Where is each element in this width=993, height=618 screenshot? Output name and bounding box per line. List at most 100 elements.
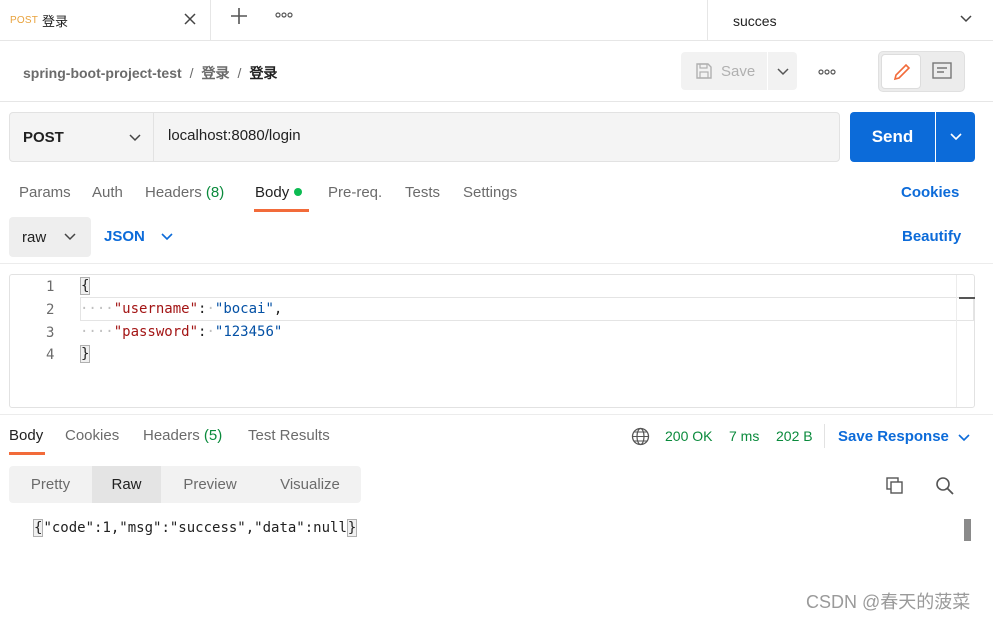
more-icon[interactable] — [274, 9, 294, 21]
breadcrumb-collection[interactable]: spring-boot-project-test — [23, 65, 182, 81]
divider — [0, 263, 993, 264]
response-tab-body[interactable]: Body — [9, 427, 43, 444]
request-tab[interactable]: POST 登录 — [0, 0, 211, 41]
line-number: 4 — [46, 347, 55, 363]
response-body[interactable]: {"code":1,"msg":"success","data":null} — [33, 519, 358, 537]
open-brace: { — [80, 277, 91, 295]
view-mode-toggle — [878, 51, 965, 92]
view-pretty[interactable]: Pretty — [9, 466, 92, 503]
active-tab-indicator — [9, 452, 45, 455]
response-content: "code":1,"msg":"success","data":null — [43, 520, 347, 536]
send-button[interactable]: Send — [850, 112, 935, 162]
tab-body[interactable]: Body — [255, 184, 303, 201]
chevron-down-icon — [129, 134, 141, 142]
save-button[interactable]: Save — [681, 52, 767, 90]
divider — [0, 414, 993, 415]
plus-icon[interactable] — [229, 6, 249, 26]
tab-headers-label: Headers — [145, 184, 202, 201]
code-line: ····"password":·"123456" — [80, 324, 283, 340]
breadcrumb-separator: / — [189, 65, 194, 81]
chevron-down-icon — [950, 133, 962, 141]
code-line: } — [80, 345, 91, 363]
response-status[interactable]: 200 OK — [665, 428, 712, 444]
close-brace: } — [80, 345, 91, 363]
documentation-icon[interactable] — [931, 60, 953, 82]
view-preview[interactable]: Preview — [161, 466, 259, 503]
save-label: Save — [721, 62, 756, 80]
response-tab-headers[interactable]: Headers (5) — [143, 427, 222, 444]
json-value: "123456" — [214, 324, 283, 340]
send-dropdown-button[interactable] — [936, 112, 975, 162]
view-visualize[interactable]: Visualize — [259, 466, 361, 503]
divider — [824, 424, 825, 448]
response-time[interactable]: 7 ms — [729, 428, 759, 444]
response-headers-count: (5) — [203, 427, 223, 444]
code-line: ····"username":·"bocai", — [80, 301, 283, 317]
body-language-select[interactable]: JSON — [104, 228, 145, 245]
scroll-marker — [959, 297, 975, 299]
method-label: POST — [23, 128, 64, 146]
copy-icon[interactable] — [885, 476, 905, 496]
url-bar: POST — [9, 112, 840, 162]
beautify-link[interactable]: Beautify — [902, 228, 961, 245]
save-icon — [696, 63, 712, 79]
response-headers-label: Headers — [143, 427, 200, 444]
request-tabs: Params Auth Headers (8) Body Pre-req. Te… — [0, 170, 993, 214]
more-icon[interactable] — [817, 67, 837, 77]
breadcrumb-folder[interactable]: 登录 — [202, 63, 230, 83]
tab-auth[interactable]: Auth — [92, 184, 123, 201]
chevron-down-icon — [777, 68, 789, 76]
chevron-down-icon — [64, 233, 76, 241]
code-line: { — [80, 277, 91, 295]
tab-tests[interactable]: Tests — [405, 184, 440, 201]
request-body-editor[interactable]: 1 2 3 4 { ····"username":·"bocai", ····"… — [9, 274, 975, 408]
close-brace: } — [346, 519, 358, 537]
chevron-down-icon[interactable] — [957, 433, 971, 443]
globe-icon[interactable] — [631, 427, 650, 446]
editor-scrollbar[interactable] — [956, 275, 976, 407]
chevron-down-icon[interactable] — [160, 232, 174, 242]
active-tab-indicator — [254, 209, 309, 212]
method-select[interactable]: POST — [10, 113, 154, 161]
response-size[interactable]: 202 B — [776, 428, 813, 444]
body-active-dot — [294, 188, 303, 196]
json-key: "username" — [113, 301, 199, 317]
save-dropdown-button[interactable] — [768, 52, 797, 90]
send-label: Send — [871, 127, 914, 146]
tab-prereq[interactable]: Pre-req. — [328, 184, 382, 201]
view-raw[interactable]: Raw — [92, 466, 161, 503]
close-icon[interactable] — [182, 11, 198, 27]
body-mode-select[interactable]: raw — [9, 217, 91, 257]
edit-mode-button[interactable] — [881, 54, 921, 89]
chevron-down-icon — [960, 15, 972, 23]
line-number: 3 — [46, 325, 55, 341]
tab-body-label: Body — [255, 184, 290, 201]
headers-count: (8) — [205, 184, 225, 201]
environment-select[interactable]: succes — [707, 0, 993, 41]
response-tab-cookies[interactable]: Cookies — [65, 427, 119, 444]
tab-headers[interactable]: Headers (8) — [145, 184, 224, 201]
open-brace: { — [33, 519, 44, 537]
cookies-link[interactable]: Cookies — [901, 184, 959, 201]
search-icon[interactable] — [935, 476, 955, 496]
breadcrumb-current[interactable]: 登录 — [249, 63, 277, 83]
url-input[interactable] — [168, 127, 818, 144]
json-value: "bocai" — [214, 301, 274, 317]
line-number: 2 — [46, 302, 55, 318]
pencil-icon — [893, 63, 911, 81]
response-scrollbar[interactable] — [964, 519, 971, 541]
line-number: 1 — [46, 279, 55, 295]
response-tab-test-results[interactable]: Test Results — [248, 427, 330, 444]
tab-title: 登录 — [42, 14, 69, 29]
tab-strip: POST 登录 succes — [0, 0, 993, 41]
save-response-button[interactable]: Save Response — [838, 428, 949, 445]
json-key: "password" — [113, 324, 199, 340]
tab-method-label: POST — [10, 15, 39, 26]
watermark: CSDN @春天的菠菜 — [806, 592, 971, 612]
request-header: spring-boot-project-test / 登录 / 登录 Save — [0, 41, 993, 102]
tab-settings[interactable]: Settings — [463, 184, 517, 201]
tab-params[interactable]: Params — [19, 184, 71, 201]
body-mode-label: raw — [22, 228, 47, 246]
breadcrumb: spring-boot-project-test / 登录 / 登录 — [23, 63, 277, 83]
breadcrumb-separator: / — [237, 65, 242, 81]
